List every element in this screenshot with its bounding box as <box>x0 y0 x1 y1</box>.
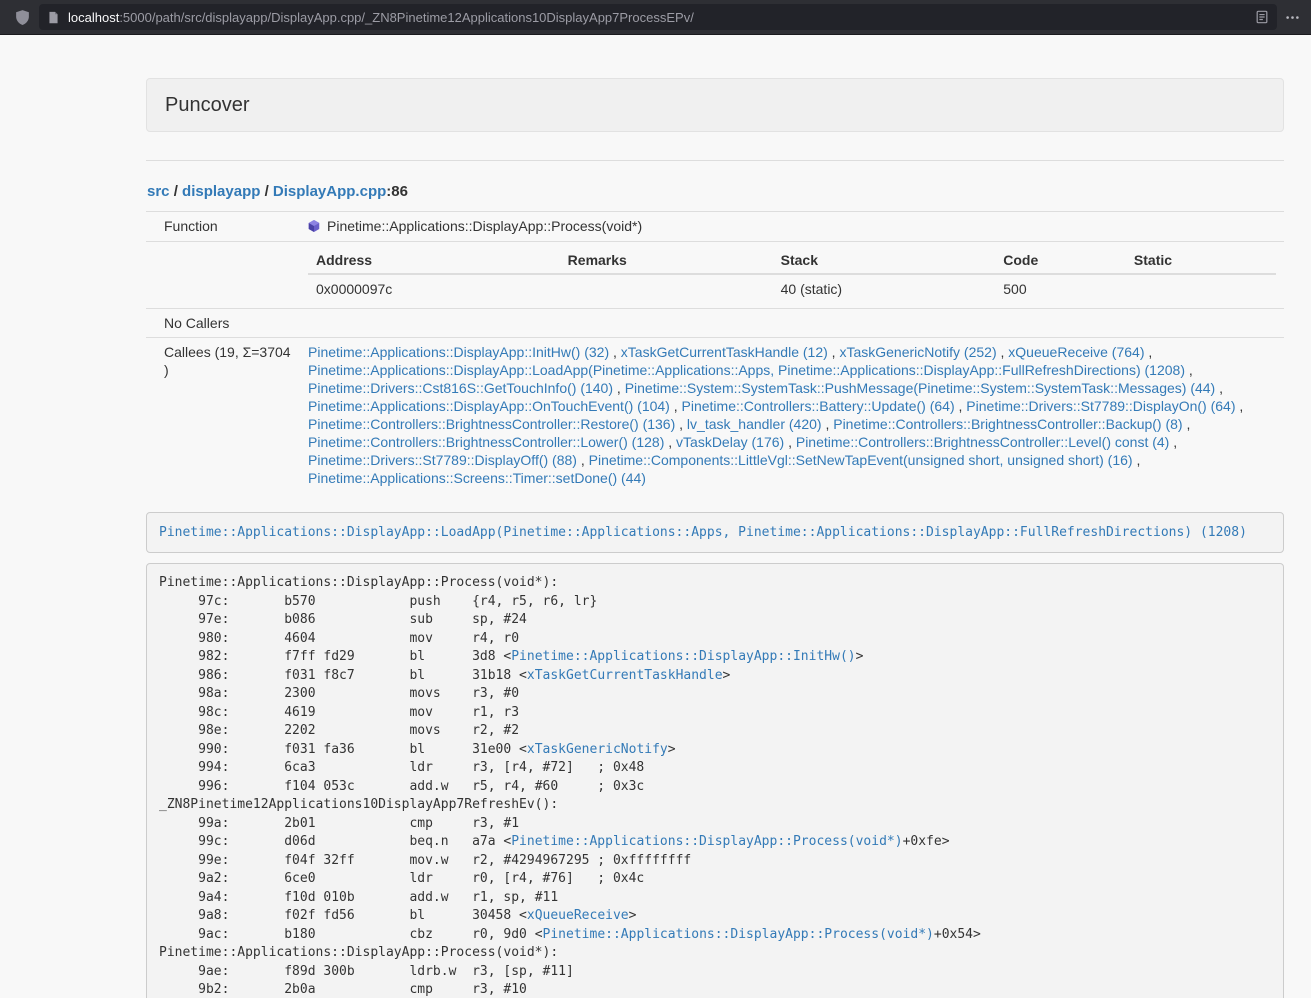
callee-link[interactable]: vTaskDelay (176) <box>676 434 784 450</box>
callee-link[interactable]: Pinetime::Drivers::St7789::DisplayOn() (… <box>966 398 1235 414</box>
breadcrumb-link[interactable]: src <box>147 183 170 200</box>
stats-value <box>1126 274 1276 303</box>
stats-value: 0x0000097c <box>308 274 560 303</box>
stats-column-header: Code <box>995 247 1126 274</box>
function-row: Function Pinetime::Applications::Display… <box>146 212 1284 242</box>
callee-link[interactable]: xQueueReceive (764) <box>1008 344 1144 360</box>
no-callers-label: No Callers <box>146 309 300 338</box>
shield-icon[interactable] <box>14 9 31 26</box>
breadcrumb-link[interactable]: displayapp <box>182 183 260 200</box>
no-callers-row: No Callers <box>146 309 1284 338</box>
url-rest: :5000/path/src/displayapp/DisplayApp.cpp… <box>119 10 694 25</box>
stats-values-row: 0x0000097c 40 (static)500 <box>308 274 1276 303</box>
divider <box>146 160 1284 161</box>
reader-mode-icon[interactable] <box>1255 10 1269 24</box>
no-callers-cell <box>300 309 1284 338</box>
code-symbol-link[interactable]: xQueueReceive <box>527 908 629 923</box>
stats-value <box>560 274 773 303</box>
loadapp-box: Pinetime::Applications::DisplayApp::Load… <box>146 512 1284 553</box>
function-icon <box>308 218 320 236</box>
breadcrumb-link[interactable]: DisplayApp.cpp <box>273 183 386 200</box>
stats-table: AddressRemarksStackCodeStatic 0x0000097c… <box>308 247 1276 303</box>
callee-link[interactable]: xTaskGetCurrentTaskHandle (12) <box>621 344 828 360</box>
stats-value: 500 <box>995 274 1126 303</box>
callee-link[interactable]: Pinetime::System::SystemTask::PushMessag… <box>625 380 1216 396</box>
callees-list: Pinetime::Applications::DisplayApp::Init… <box>300 338 1284 493</box>
url-text: localhost:5000/path/src/displayapp/Displ… <box>68 10 1247 25</box>
callee-link[interactable]: Pinetime::Controllers::BrightnessControl… <box>308 434 664 450</box>
stats-row-label <box>146 242 300 309</box>
callee-link[interactable]: xTaskGenericNotify (252) <box>839 344 996 360</box>
page-container: Puncover src / displayapp / DisplayApp.c… <box>146 35 1284 998</box>
callee-link[interactable]: Pinetime::Applications::DisplayApp::Load… <box>308 362 1185 378</box>
header-panel: Puncover <box>146 78 1284 132</box>
callee-link[interactable]: Pinetime::Drivers::St7789::DisplayOff() … <box>308 452 577 468</box>
stats-column-header: Address <box>308 247 560 274</box>
callee-link[interactable]: Pinetime::Controllers::BrightnessControl… <box>796 434 1169 450</box>
function-label: Function <box>146 212 300 242</box>
disassembly: Pinetime::Applications::DisplayApp::Proc… <box>146 563 1284 998</box>
code-symbol-link[interactable]: Pinetime::Applications::DisplayApp::Init… <box>511 649 855 664</box>
function-name: Pinetime::Applications::DisplayApp::Proc… <box>327 218 642 234</box>
kebab-menu-icon[interactable] <box>1285 10 1300 25</box>
url-host: localhost <box>68 10 119 25</box>
stats-row: AddressRemarksStackCodeStatic 0x0000097c… <box>146 242 1284 309</box>
callee-link[interactable]: Pinetime::Applications::DisplayApp::OnTo… <box>308 398 670 414</box>
stats-column-header: Static <box>1126 247 1276 274</box>
breadcrumb: src / displayapp / DisplayApp.cpp:86 <box>147 183 1284 200</box>
callee-link[interactable]: Pinetime::Controllers::BrightnessControl… <box>833 416 1182 432</box>
url-bar[interactable]: localhost:5000/path/src/displayapp/Displ… <box>39 4 1277 30</box>
callee-link[interactable]: Pinetime::Drivers::Cst816S::GetTouchInfo… <box>308 380 613 396</box>
callees-row: Callees (19, Σ=3704 ) Pinetime::Applicat… <box>146 338 1284 493</box>
page-title: Puncover <box>165 94 250 116</box>
function-name-cell: Pinetime::Applications::DisplayApp::Proc… <box>300 212 1284 242</box>
callee-link[interactable]: Pinetime::Components::LittleVgl::SetNewT… <box>589 452 1133 468</box>
callee-link[interactable]: Pinetime::Applications::DisplayApp::Init… <box>308 344 609 360</box>
code-symbol-link[interactable]: xTaskGetCurrentTaskHandle <box>527 668 723 683</box>
callee-link[interactable]: lv_task_handler (420) <box>687 416 822 432</box>
code-symbol-link[interactable]: Pinetime::Applications::DisplayApp::Proc… <box>511 834 902 849</box>
callee-link[interactable]: Pinetime::Controllers::Battery::Update()… <box>682 398 955 414</box>
callees-label: Callees (19, Σ=3704 ) <box>146 338 300 493</box>
stats-column-header: Stack <box>773 247 996 274</box>
stats-value: 40 (static) <box>773 274 996 303</box>
stats-column-header: Remarks <box>560 247 773 274</box>
browser-toolbar: localhost:5000/path/src/displayapp/Displ… <box>0 0 1311 35</box>
stats-header-row: AddressRemarksStackCodeStatic <box>308 247 1276 274</box>
callee-link[interactable]: Pinetime::Controllers::BrightnessControl… <box>308 416 675 432</box>
function-table: Function Pinetime::Applications::Display… <box>146 211 1284 492</box>
loadapp-link[interactable]: Pinetime::Applications::DisplayApp::Load… <box>159 525 1247 540</box>
code-symbol-link[interactable]: Pinetime::Applications::DisplayApp::Proc… <box>543 927 934 942</box>
site-info-icon[interactable] <box>47 11 60 24</box>
code-symbol-link[interactable]: xTaskGenericNotify <box>527 742 668 757</box>
callee-link[interactable]: Pinetime::Applications::Screens::Timer::… <box>308 470 646 486</box>
